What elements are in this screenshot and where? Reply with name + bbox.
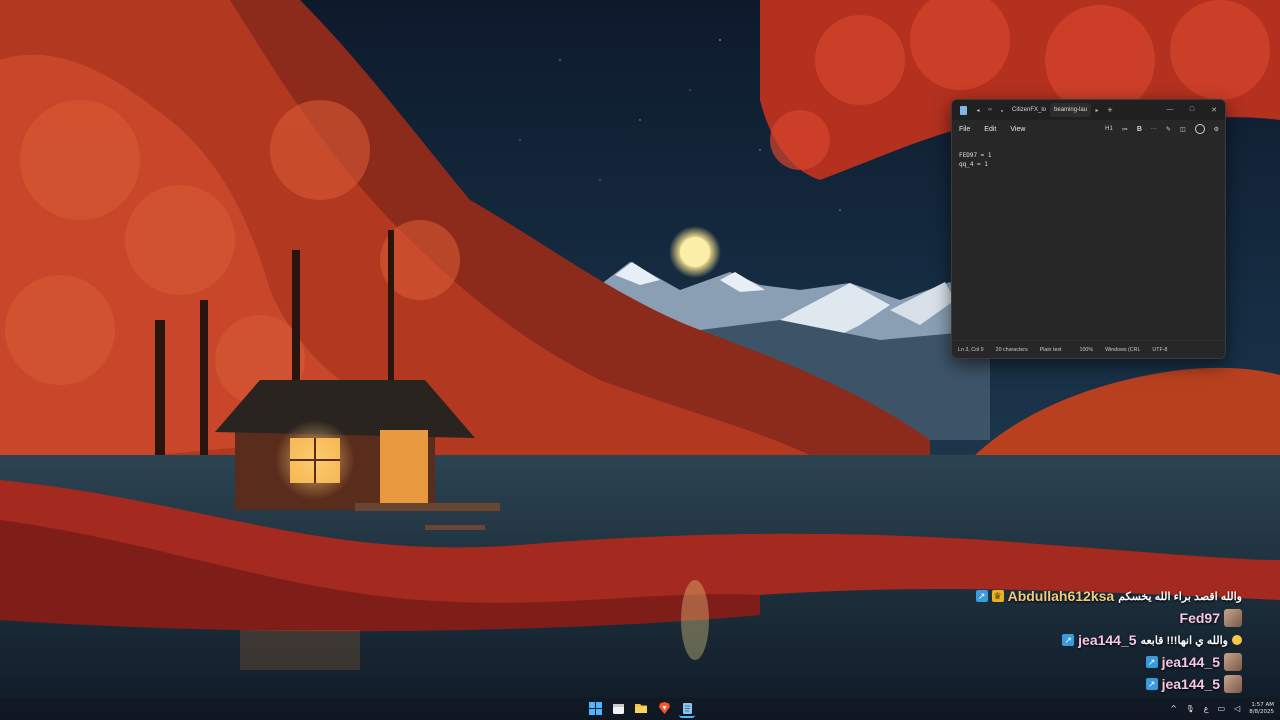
chat-username: jea144_5 [1161, 676, 1220, 692]
clock[interactable]: 1:57 AM 8/8/2025 [1249, 702, 1274, 716]
notepad-window[interactable]: ◂ ‹‹ ● CitizenFX_lo beaming-lau ▸ + — □ … [951, 99, 1226, 359]
stream-chat-overlay: ↗ ♛ Abdullah612ksa والله اقصد براء الله … [942, 585, 1242, 695]
new-tab-button[interactable]: + [1103, 105, 1117, 115]
calendar-icon [612, 703, 624, 714]
clear-format-icon[interactable]: ◫ [1180, 126, 1186, 133]
microphone-icon[interactable]: 🎙 [1186, 705, 1195, 713]
document-format[interactable]: Plain text [1034, 347, 1068, 353]
window-controls: — □ ✕ [1159, 106, 1225, 114]
format-icon[interactable]: ✎ [1166, 126, 1171, 133]
menu-view[interactable]: View [1003, 126, 1032, 133]
editor-line: qq_4 = 1 [959, 161, 988, 168]
chat-message: Fed97 [942, 607, 1242, 629]
network-icon[interactable]: ▭ [1218, 704, 1226, 713]
chat-username: Fed97 [1179, 610, 1220, 626]
encoding[interactable]: UTF-8 [1146, 347, 1173, 353]
menu-edit[interactable]: Edit [977, 126, 1003, 133]
bold-button[interactable]: B [1137, 126, 1142, 133]
menu-file[interactable]: File [952, 126, 977, 133]
prime-badge-icon: ↗ [1145, 678, 1158, 690]
notepad-titlebar[interactable]: ◂ ‹‹ ● CitizenFX_lo beaming-lau ▸ + — □ … [952, 100, 1225, 120]
chat-username: jea144_5 [1078, 632, 1137, 648]
calendar-app-button[interactable] [610, 700, 626, 716]
face-emote-icon [1224, 675, 1242, 693]
file-explorer-button[interactable] [633, 700, 649, 716]
notepad-menubar: File Edit View H1 ≔ B ··· ✎ ◫ ⚙ [952, 120, 1225, 138]
heading-dropdown[interactable]: H1 [1105, 126, 1113, 132]
tab-beaming[interactable]: beaming-lau [1050, 103, 1092, 117]
status-bar: Ln 3, Col 9 20 characters Plain text 100… [952, 340, 1225, 358]
maximize-button[interactable]: □ [1181, 106, 1203, 114]
folder-icon [635, 704, 647, 713]
smile-emoji-icon [1232, 635, 1242, 645]
prime-badge-icon: ↗ [975, 590, 988, 602]
prime-badge-icon: ↗ [1062, 634, 1075, 646]
chat-text: والله ي انها!!! قابعه [1140, 634, 1228, 647]
face-emote-icon [1224, 653, 1242, 671]
tab-list-icon[interactable]: ‹‹ [984, 107, 996, 113]
cursor-position: Ln 3, Col 9 [958, 346, 984, 353]
taskbar-apps [587, 700, 695, 718]
clock-time: 1:57 AM [1251, 701, 1274, 708]
settings-gear-icon[interactable]: ⚙ [1214, 126, 1219, 133]
crown-badge-icon: ♛ [991, 590, 1004, 602]
list-dropdown-icon[interactable]: ≔ [1122, 126, 1128, 133]
editor-line: FED97 = 1 [959, 152, 992, 159]
text-editor[interactable]: FED97 = 1 qq_4 = 1 [959, 151, 1217, 331]
character-count: 20 characters [995, 346, 1028, 353]
zoom-level[interactable]: 100% [1074, 347, 1100, 353]
volume-icon[interactable]: ◁ [1234, 704, 1240, 713]
tab-citizenfx[interactable]: CitizenFX_lo [1008, 103, 1050, 117]
start-button[interactable] [587, 700, 603, 716]
cat-emote-icon [1224, 609, 1242, 627]
brave-lion-icon [658, 702, 670, 714]
notepad-taskbar-button[interactable] [679, 700, 695, 718]
line-ending[interactable]: Windows (CRL [1099, 347, 1146, 353]
chat-message: ↗ jea144_5 والله ي انها!!! قابعه [942, 629, 1242, 651]
windows-logo-icon [588, 701, 602, 715]
keyboard-language-indicator[interactable]: ع [1204, 704, 1209, 713]
clock-date: 8/8/2025 [1249, 708, 1274, 715]
brave-browser-button[interactable] [656, 700, 672, 716]
show-hidden-icons-chevron-icon[interactable]: ^ [1170, 704, 1177, 713]
chat-username: Abdullah612ksa [1007, 588, 1115, 604]
unsaved-dot-icon: ● [1000, 107, 1004, 113]
system-tray: ^ 🎙 ع ▭ ◁ 1:57 AM 8/8/2025 [1170, 697, 1274, 720]
notepad-icon [682, 702, 692, 714]
chat-message: ↗ jea144_5 [942, 651, 1242, 673]
tab-scroll-right-icon[interactable]: ▸ [1091, 107, 1103, 114]
chat-message: ↗ jea144_5 [942, 673, 1242, 695]
chat-username: jea144_5 [1161, 654, 1220, 670]
minimize-button[interactable]: — [1159, 106, 1181, 114]
chat-message: ↗ ♛ Abdullah612ksa والله اقصد براء الله … [942, 585, 1242, 607]
notepad-app-icon [960, 105, 967, 115]
prime-badge-icon: ↗ [1145, 656, 1158, 668]
more-options-icon[interactable]: ··· [1151, 126, 1157, 132]
tab-scroll-left-icon[interactable]: ◂ [972, 107, 984, 114]
taskbar: ^ 🎙 ع ▭ ◁ 1:57 AM 8/8/2025 [0, 697, 1280, 720]
close-button[interactable]: ✕ [1203, 106, 1225, 114]
format-toolbar: H1 ≔ B ··· ✎ ◫ ⚙ [1096, 124, 1225, 134]
chat-text: والله اقصد براء الله يخسكم [1118, 590, 1242, 603]
copilot-icon[interactable] [1194, 124, 1205, 134]
